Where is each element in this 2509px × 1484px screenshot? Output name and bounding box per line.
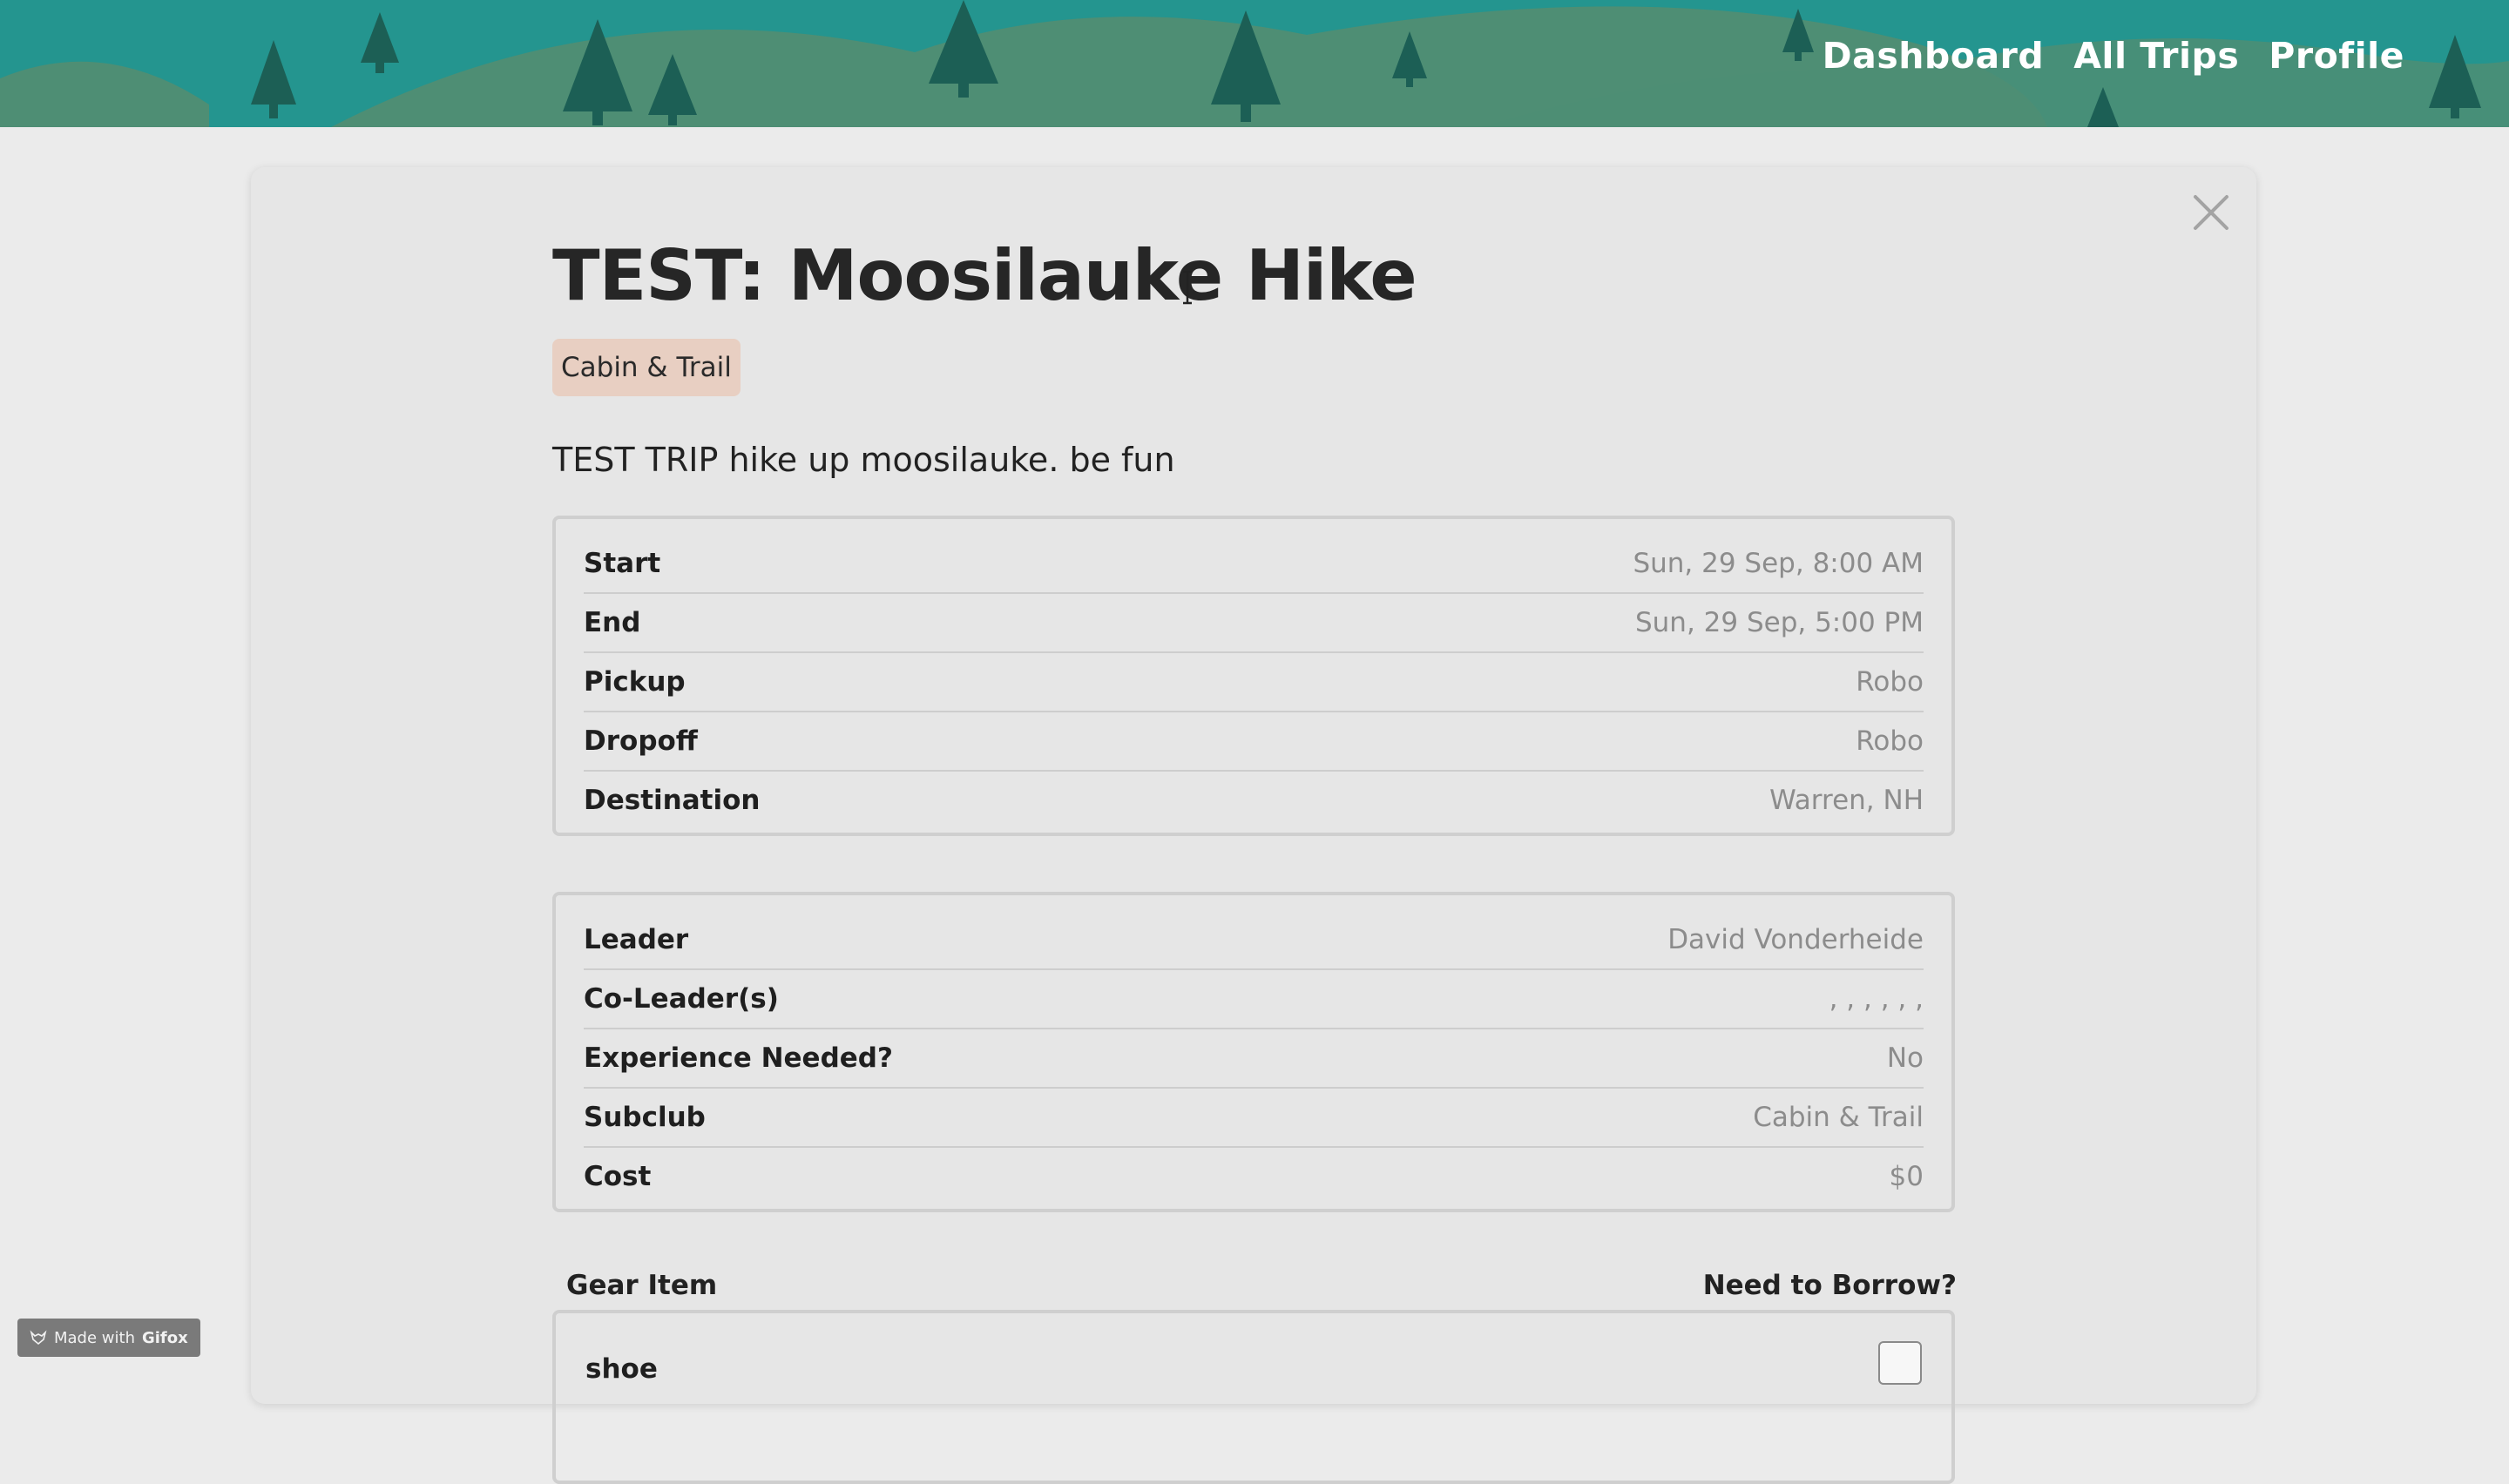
detail-row-leader: Leader David Vonderheide	[584, 911, 1924, 970]
nav-all-trips[interactable]: All Trips	[2073, 35, 2239, 77]
detail-row-end: End Sun, 29 Sep, 5:00 PM	[584, 594, 1924, 653]
detail-value: Cabin & Trail	[1753, 1102, 1924, 1133]
trip-people-panel: Leader David Vonderheide Co-Leader(s) , …	[552, 892, 1955, 1212]
club-tag: Cabin & Trail	[552, 339, 741, 396]
nav-dashboard[interactable]: Dashboard	[1823, 35, 2045, 77]
main-nav: Dashboard All Trips Profile	[1823, 35, 2404, 77]
gear-list: shoe	[552, 1310, 1955, 1484]
watermark-brand: Gifox	[141, 1328, 188, 1347]
close-icon[interactable]	[2187, 188, 2235, 237]
detail-row-coleaders: Co-Leader(s) , , , , , ,	[584, 970, 1924, 1029]
detail-label: Cost	[584, 1161, 652, 1192]
detail-label: Start	[584, 548, 661, 579]
detail-label: Pickup	[584, 666, 686, 698]
detail-value: $0	[1889, 1161, 1924, 1192]
detail-label: End	[584, 607, 641, 638]
detail-row-subclub: Subclub Cabin & Trail	[584, 1089, 1924, 1148]
detail-label: Leader	[584, 924, 689, 955]
trip-description: TEST TRIP hike up moosilauke. be fun	[552, 441, 1175, 479]
borrow-checkbox[interactable]	[1878, 1341, 1922, 1385]
trip-logistics-panel: Start Sun, 29 Sep, 8:00 AM End Sun, 29 S…	[552, 516, 1955, 836]
detail-row-experience: Experience Needed? No	[584, 1029, 1924, 1089]
watermark-prefix: Made with	[54, 1328, 135, 1347]
trip-title: TEST: Moosilauke Hike	[552, 235, 1417, 316]
detail-row-dropoff: Dropoff Robo	[584, 712, 1924, 772]
detail-label: Co-Leader(s)	[584, 983, 779, 1015]
detail-value: Sun, 29 Sep, 8:00 AM	[1633, 548, 1924, 579]
detail-value: No	[1886, 1042, 1924, 1074]
detail-value: Robo	[1856, 725, 1924, 757]
detail-row-destination: Destination Warren, NH	[584, 772, 1924, 829]
gifox-watermark: Made with Gifox	[17, 1319, 200, 1357]
detail-label: Dropoff	[584, 725, 698, 757]
text-cursor-icon	[1183, 270, 1192, 305]
detail-value: Sun, 29 Sep, 5:00 PM	[1634, 607, 1924, 638]
nav-profile[interactable]: Profile	[2269, 35, 2404, 77]
gear-borrow-header: Need to Borrow?	[1702, 1270, 1957, 1301]
detail-value: David Vonderheide	[1667, 924, 1924, 955]
gear-item-name: shoe	[585, 1353, 658, 1385]
detail-value: Robo	[1856, 666, 1924, 698]
fox-icon	[30, 1330, 47, 1346]
detail-value: Warren, NH	[1769, 785, 1924, 816]
detail-label: Experience Needed?	[584, 1042, 893, 1074]
detail-label: Subclub	[584, 1102, 706, 1133]
detail-value: , , , , , ,	[1829, 983, 1924, 1015]
detail-row-cost: Cost $0	[584, 1148, 1924, 1205]
detail-row-pickup: Pickup Robo	[584, 653, 1924, 712]
header-banner: Dashboard All Trips Profile	[0, 0, 2509, 127]
detail-row-start: Start Sun, 29 Sep, 8:00 AM	[584, 535, 1924, 594]
gear-item-header: Gear Item	[566, 1270, 718, 1301]
detail-label: Destination	[584, 785, 761, 816]
